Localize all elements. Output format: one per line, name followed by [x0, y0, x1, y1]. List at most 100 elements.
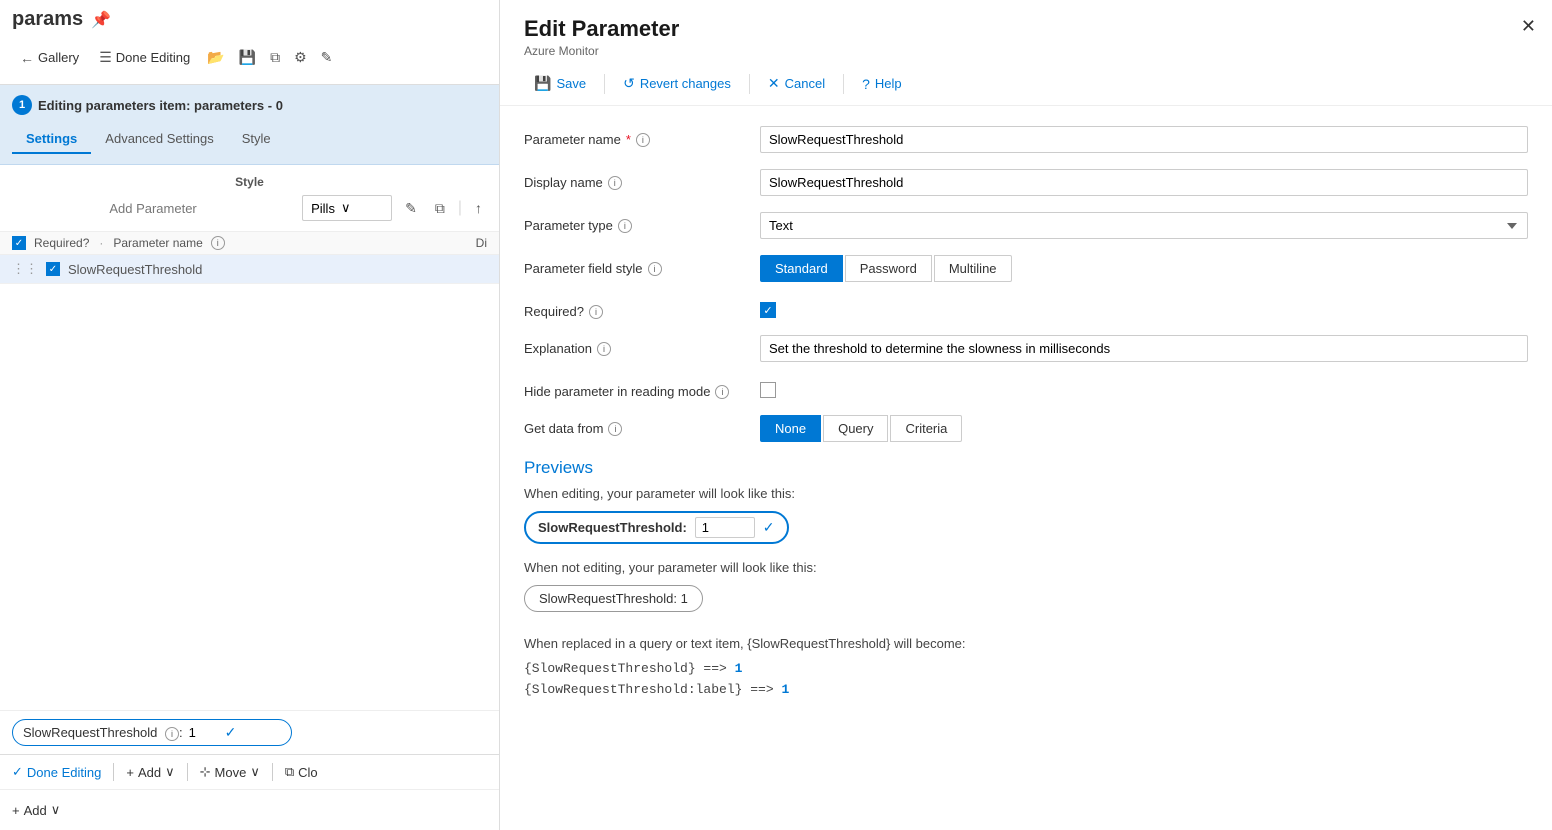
query-desc: When replaced in a query or text item, {…	[524, 636, 1528, 651]
close-icon: ✕	[1521, 16, 1536, 36]
cancel-icon: ✕	[768, 75, 780, 92]
right-title: Edit Parameter	[524, 16, 1528, 42]
pin-icon[interactable]: 📌	[91, 10, 111, 30]
pill-info-icon: i	[165, 727, 179, 741]
save-button[interactable]: 💾 Save	[524, 70, 596, 97]
explanation-control	[760, 335, 1528, 362]
editing-pill-label: SlowRequestThreshold:	[538, 520, 687, 535]
move-icon: ⊹	[200, 764, 211, 780]
clone-style-button[interactable]: ⧉	[430, 197, 450, 220]
edit-button[interactable]: ✎	[316, 46, 338, 69]
left-top-bar: params 📌 ← Gallery ☰ Done Editing 📂 💾 ⧉	[0, 0, 499, 85]
param-field-style-control: Standard Password Multiline	[760, 255, 1528, 282]
hide-param-control	[760, 378, 1528, 398]
param-field-style-row: Parameter field style i Standard Passwor…	[524, 255, 1528, 282]
plus-icon-bottom: +	[126, 765, 134, 780]
chevron-down-icon: ∨	[341, 200, 351, 216]
required-label: Required? i	[524, 298, 744, 319]
help-button[interactable]: ? Help	[852, 71, 912, 97]
right-subtitle: Azure Monitor	[524, 44, 1528, 58]
query-section: When replaced in a query or text item, {…	[524, 636, 1528, 697]
close-button[interactable]: ✕	[1521, 16, 1536, 37]
pill-preview: SlowRequestThreshold i: ✓	[12, 719, 292, 746]
done-editing-bottom-button[interactable]: ✓ Done Editing	[12, 764, 101, 780]
previews-title: Previews	[524, 458, 1528, 478]
field-style-standard-button[interactable]: Standard	[760, 255, 843, 282]
param-name-cell: SlowRequestThreshold	[68, 262, 487, 277]
tab-advanced-settings[interactable]: Advanced Settings	[91, 125, 227, 154]
copy-button[interactable]: ⧉	[265, 46, 285, 69]
style-select-value: Pills	[311, 201, 335, 216]
pill-label: SlowRequestThreshold i:	[23, 725, 183, 741]
save-file-button[interactable]: 💾	[234, 46, 261, 69]
style-section: Style Add Parameter Pills ∨ ✎ ⧉ | ↑	[0, 165, 499, 232]
not-editing-preview-desc: When not editing, your parameter will lo…	[524, 560, 1528, 575]
get-data-none-button[interactable]: None	[760, 415, 821, 442]
param-name-input[interactable]	[760, 126, 1528, 153]
param-row-checkbox[interactable]: ✓	[46, 262, 60, 276]
hide-param-checkbox[interactable]	[760, 382, 776, 398]
edit-style-button[interactable]: ✎	[400, 197, 422, 220]
revert-icon: ↺	[623, 75, 635, 92]
rt-separator-2	[749, 74, 750, 94]
move-button[interactable]: ⊹ Move ∨	[200, 764, 260, 780]
field-style-multiline-button[interactable]: Multiline	[934, 255, 1012, 282]
add-bottom-button[interactable]: + Add ∨	[126, 764, 174, 780]
tab-settings[interactable]: Settings	[12, 125, 91, 154]
get-data-toggle-group: None Query Criteria	[760, 415, 1528, 442]
revert-button[interactable]: ↺ Revert changes	[613, 70, 741, 97]
display-header-label: Di	[476, 236, 487, 250]
add-bottom-main-button[interactable]: + Add ∨	[12, 802, 60, 818]
params-title-row: params 📌	[12, 8, 487, 31]
required-checkbox-wrap: ✓	[760, 298, 1528, 318]
pill-input[interactable]	[189, 725, 219, 740]
add-parameter-button[interactable]: Add Parameter	[12, 201, 294, 216]
editing-pill-check-icon: ✓	[763, 519, 775, 536]
param-type-row: Parameter type i Text Number DateTime	[524, 212, 1528, 239]
toolbar-divider-2	[187, 763, 188, 781]
up-button[interactable]: ↑	[470, 197, 487, 219]
editing-pill-input[interactable]	[695, 517, 755, 538]
previews-section: Previews When editing, your parameter wi…	[524, 458, 1528, 697]
drag-handle-icon[interactable]: ⋮⋮	[12, 261, 38, 277]
style-select[interactable]: Pills ∨	[302, 195, 392, 221]
move-chevron-icon: ∨	[250, 764, 260, 780]
required-star: *	[626, 132, 631, 147]
param-type-control: Text Number DateTime	[760, 212, 1528, 239]
add-bottom-section: + Add ∨	[0, 789, 499, 830]
get-data-query-button[interactable]: Query	[823, 415, 888, 442]
info-icon-header: i	[211, 236, 225, 250]
settings-button[interactable]: ⚙	[289, 46, 312, 69]
param-type-select[interactable]: Text Number DateTime	[760, 212, 1528, 239]
right-toolbar: 💾 Save ↺ Revert changes ✕ Cancel ? Help	[524, 70, 1528, 97]
query-line-2: {SlowRequestThreshold:label} ==> 1	[524, 682, 1528, 697]
cancel-button[interactable]: ✕ Cancel	[758, 70, 835, 97]
header-check-icon: ✓	[15, 238, 23, 249]
explanation-input[interactable]	[760, 335, 1528, 362]
clone-button[interactable]: ⧉ Clo	[285, 764, 318, 780]
right-header: Edit Parameter Azure Monitor 💾 Save ↺ Re…	[500, 0, 1552, 106]
get-data-criteria-button[interactable]: Criteria	[890, 415, 962, 442]
header-checkbox[interactable]: ✓	[12, 236, 26, 250]
display-name-info-icon: i	[608, 176, 622, 190]
tab-style[interactable]: Style	[228, 125, 285, 154]
explanation-info-icon: i	[597, 342, 611, 356]
done-editing-top-button[interactable]: ☰ Done Editing	[91, 45, 198, 70]
top-toolbar: ← Gallery ☰ Done Editing 📂 💾 ⧉ ⚙ ✎	[12, 39, 487, 76]
help-icon: ?	[862, 76, 870, 92]
hide-param-info-icon: i	[715, 385, 729, 399]
display-name-input[interactable]	[760, 169, 1528, 196]
field-style-password-button[interactable]: Password	[845, 255, 932, 282]
field-style-toggle-group: Standard Password Multiline	[760, 255, 1528, 282]
open-button[interactable]: 📂	[202, 46, 229, 69]
not-editing-preview-pill: SlowRequestThreshold: 1	[524, 585, 703, 612]
gallery-button[interactable]: ← Gallery	[12, 46, 87, 70]
right-panel: ✕ Edit Parameter Azure Monitor 💾 Save ↺ …	[500, 0, 1552, 830]
pencil-icon: ✎	[321, 49, 333, 66]
param-name-header-label: Parameter name	[113, 236, 202, 250]
add-chevron-icon: ∨	[165, 764, 175, 780]
required-checkbox[interactable]: ✓	[760, 302, 776, 318]
explanation-row: Explanation i	[524, 335, 1528, 362]
hide-param-checkbox-wrap	[760, 378, 1528, 398]
param-name-row: Parameter name * i	[524, 126, 1528, 153]
